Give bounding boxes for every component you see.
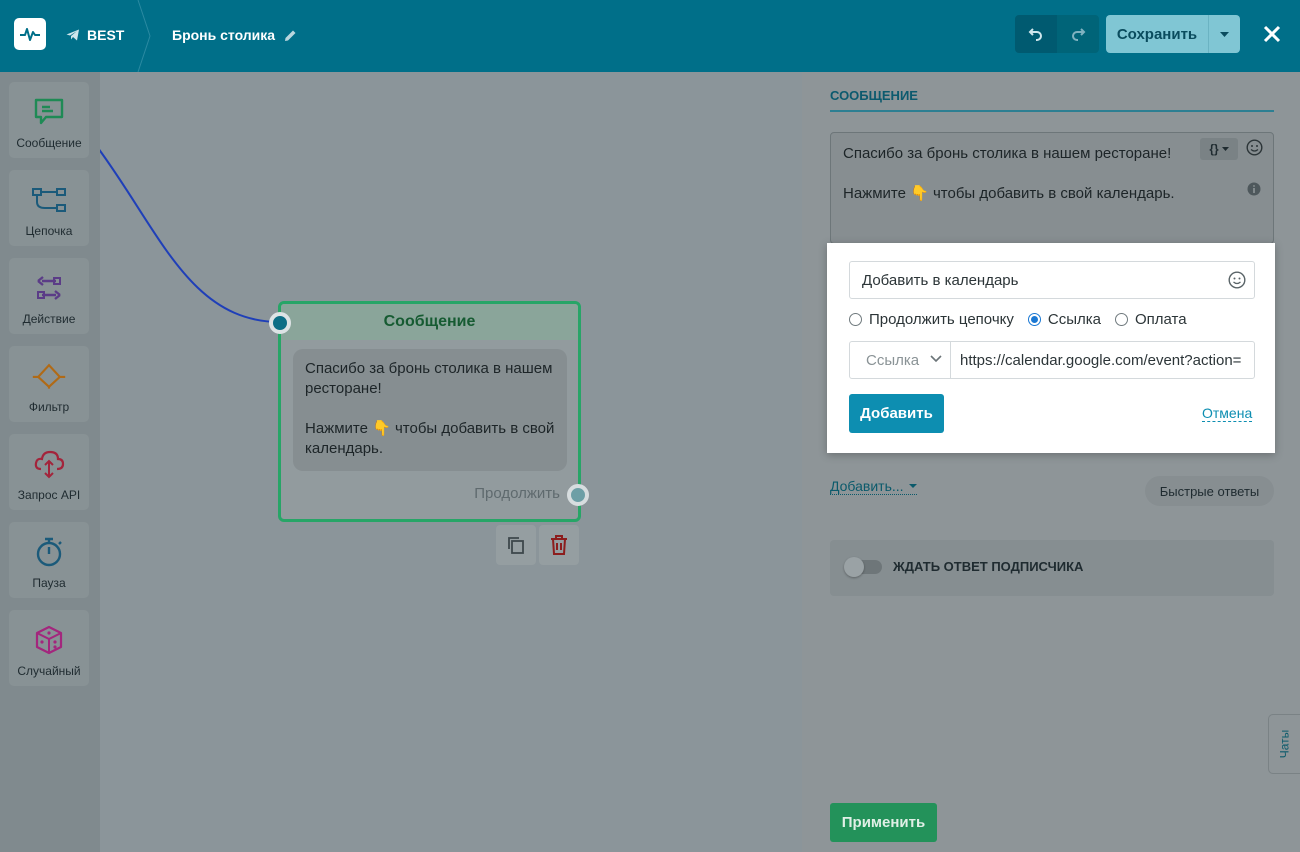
node-continue-label: Продолжить bbox=[474, 485, 560, 502]
redo-button[interactable] bbox=[1057, 15, 1099, 53]
palette-item-label: Действие bbox=[22, 312, 76, 326]
palette-item-label: Пауза bbox=[32, 576, 66, 590]
action-icon bbox=[37, 276, 61, 300]
save-options-button[interactable] bbox=[1208, 15, 1240, 53]
emoji-icon[interactable] bbox=[1228, 271, 1246, 289]
palette-item-label: Сообщение bbox=[16, 136, 82, 150]
app-logo[interactable] bbox=[14, 18, 46, 50]
pulse-icon bbox=[20, 28, 40, 41]
chain-icon bbox=[32, 188, 66, 212]
dice-icon bbox=[35, 625, 63, 655]
palette-item-action[interactable]: Действие bbox=[9, 258, 89, 334]
node-title: Сообщение bbox=[281, 304, 578, 340]
wait-reply-toggle[interactable] bbox=[844, 557, 882, 577]
chats-tab[interactable]: Чаты bbox=[1268, 714, 1300, 774]
timer-icon bbox=[36, 537, 62, 567]
palette-item-api-request[interactable]: Запрос API bbox=[9, 434, 89, 510]
add-button[interactable]: Добавить bbox=[849, 394, 944, 433]
duplicate-node-button[interactable] bbox=[496, 525, 536, 565]
message-node[interactable]: Сообщение Спасибо за бронь столика в наш… bbox=[278, 301, 581, 522]
insert-variable-button[interactable]: {} bbox=[1200, 138, 1238, 160]
code-braces-icon: {} bbox=[1209, 142, 1219, 156]
undo-redo-group bbox=[1015, 15, 1099, 53]
button-type-radios: Продолжить цепочку Ссылка Оплата bbox=[849, 311, 1187, 328]
breadcrumb-separator bbox=[137, 0, 151, 72]
api-request-icon bbox=[34, 450, 65, 479]
message-line: Нажмите 👇 чтобы добавить в свой календар… bbox=[843, 185, 1175, 202]
caret-down-icon bbox=[908, 484, 917, 488]
palette-item-chain[interactable]: Цепочка bbox=[9, 170, 89, 246]
properties-panel: СООБЩЕНИЕ Спасибо за бронь столика в наш… bbox=[802, 72, 1300, 852]
radio-payment[interactable]: Оплата bbox=[1114, 311, 1187, 328]
palette-item-label: Случайный bbox=[17, 664, 81, 678]
node-message-line: Нажмите 👇 чтобы добавить в свой календар… bbox=[305, 420, 555, 457]
palette-item-label: Фильтр bbox=[28, 400, 70, 414]
node-message-line: Спасибо за бронь столика в нашем рестора… bbox=[305, 360, 553, 397]
chevron-down-icon bbox=[930, 355, 942, 363]
url-value: https://calendar.google.com/event?action… bbox=[960, 351, 1242, 369]
palette-item-filter[interactable]: Фильтр bbox=[9, 346, 89, 422]
block-palette: Сообщение Цепочка Действие Фильтр Запрос… bbox=[0, 72, 100, 852]
panel-section-title: СООБЩЕНИЕ bbox=[830, 88, 1274, 112]
undo-button[interactable] bbox=[1015, 15, 1057, 53]
delete-node-button[interactable] bbox=[539, 525, 579, 565]
undo-icon bbox=[1028, 28, 1042, 41]
message-icon bbox=[34, 98, 64, 125]
radio-circle[interactable] bbox=[849, 313, 862, 326]
save-button[interactable]: Сохранить bbox=[1106, 15, 1208, 53]
button-text-value: Добавить в календарь bbox=[862, 271, 1019, 289]
cancel-link[interactable]: Отмена bbox=[1202, 405, 1253, 422]
info-icon[interactable] bbox=[1247, 182, 1261, 196]
copy-icon bbox=[508, 537, 524, 554]
button-text-input[interactable]: Добавить в календарь bbox=[849, 261, 1255, 299]
palette-item-random[interactable]: Случайный bbox=[9, 610, 89, 686]
add-content-label: Добавить... bbox=[830, 478, 904, 494]
close-icon bbox=[1263, 25, 1281, 43]
node-input-port[interactable] bbox=[269, 312, 291, 334]
flow-title[interactable]: Бронь столика bbox=[172, 27, 297, 43]
flow-canvas[interactable]: Сообщение Спасибо за бронь столика в наш… bbox=[100, 72, 802, 852]
radio-label: Продолжить цепочку bbox=[869, 311, 1014, 328]
caret-down-icon bbox=[1221, 147, 1229, 151]
message-line: Спасибо за бронь столика в нашем рестора… bbox=[843, 145, 1172, 162]
wait-reply-label: ЖДАТЬ ОТВЕТ ПОДПИСЧИКА bbox=[893, 559, 1084, 574]
redo-icon bbox=[1072, 28, 1086, 41]
radio-link[interactable]: Ссылка bbox=[1027, 311, 1101, 328]
node-message-bubble: Спасибо за бронь столика в нашем рестора… bbox=[293, 349, 567, 471]
trash-icon bbox=[551, 535, 567, 555]
radio-circle[interactable] bbox=[1114, 313, 1128, 326]
quick-replies-button[interactable]: Быстрые ответы bbox=[1145, 476, 1274, 506]
palette-item-message[interactable]: Сообщение bbox=[9, 82, 89, 158]
close-button[interactable] bbox=[1258, 20, 1286, 48]
apply-button[interactable]: Применить bbox=[830, 803, 937, 842]
radio-circle-selected[interactable] bbox=[1027, 313, 1041, 326]
bot-name: BEST bbox=[87, 27, 125, 43]
pencil-icon[interactable] bbox=[284, 29, 297, 42]
radio-label: Ссылка bbox=[1047, 311, 1101, 328]
url-input[interactable]: https://calendar.google.com/event?action… bbox=[950, 341, 1255, 379]
node-output-port[interactable] bbox=[567, 484, 589, 506]
top-bar: BEST Бронь столика Сохранить bbox=[0, 0, 1300, 72]
filter-icon bbox=[32, 363, 66, 389]
wait-reply-section: ЖДАТЬ ОТВЕТ ПОДПИСЧИКА bbox=[830, 540, 1274, 596]
flow-name: Бронь столика bbox=[172, 27, 276, 43]
chats-label: Чаты bbox=[1277, 729, 1292, 759]
save-button-group: Сохранить bbox=[1106, 15, 1240, 53]
palette-item-label: Запрос API bbox=[17, 488, 81, 502]
link-type-select[interactable]: Ссылка bbox=[849, 341, 951, 379]
link-type-value: Ссылка bbox=[866, 351, 920, 369]
radio-label: Оплата bbox=[1134, 311, 1187, 328]
radio-continue-chain[interactable]: Продолжить цепочку bbox=[849, 311, 1014, 328]
bot-selector[interactable]: BEST bbox=[66, 27, 124, 43]
add-content-dropdown[interactable]: Добавить... bbox=[830, 478, 917, 495]
caret-down-icon bbox=[1220, 31, 1229, 37]
palette-item-pause[interactable]: Пауза bbox=[9, 522, 89, 598]
emoji-icon[interactable] bbox=[1246, 139, 1263, 156]
telegram-icon bbox=[66, 29, 79, 41]
add-button-popup: Добавить в календарь Продолжить цепочку … bbox=[827, 243, 1275, 453]
palette-item-label: Цепочка bbox=[25, 224, 73, 238]
